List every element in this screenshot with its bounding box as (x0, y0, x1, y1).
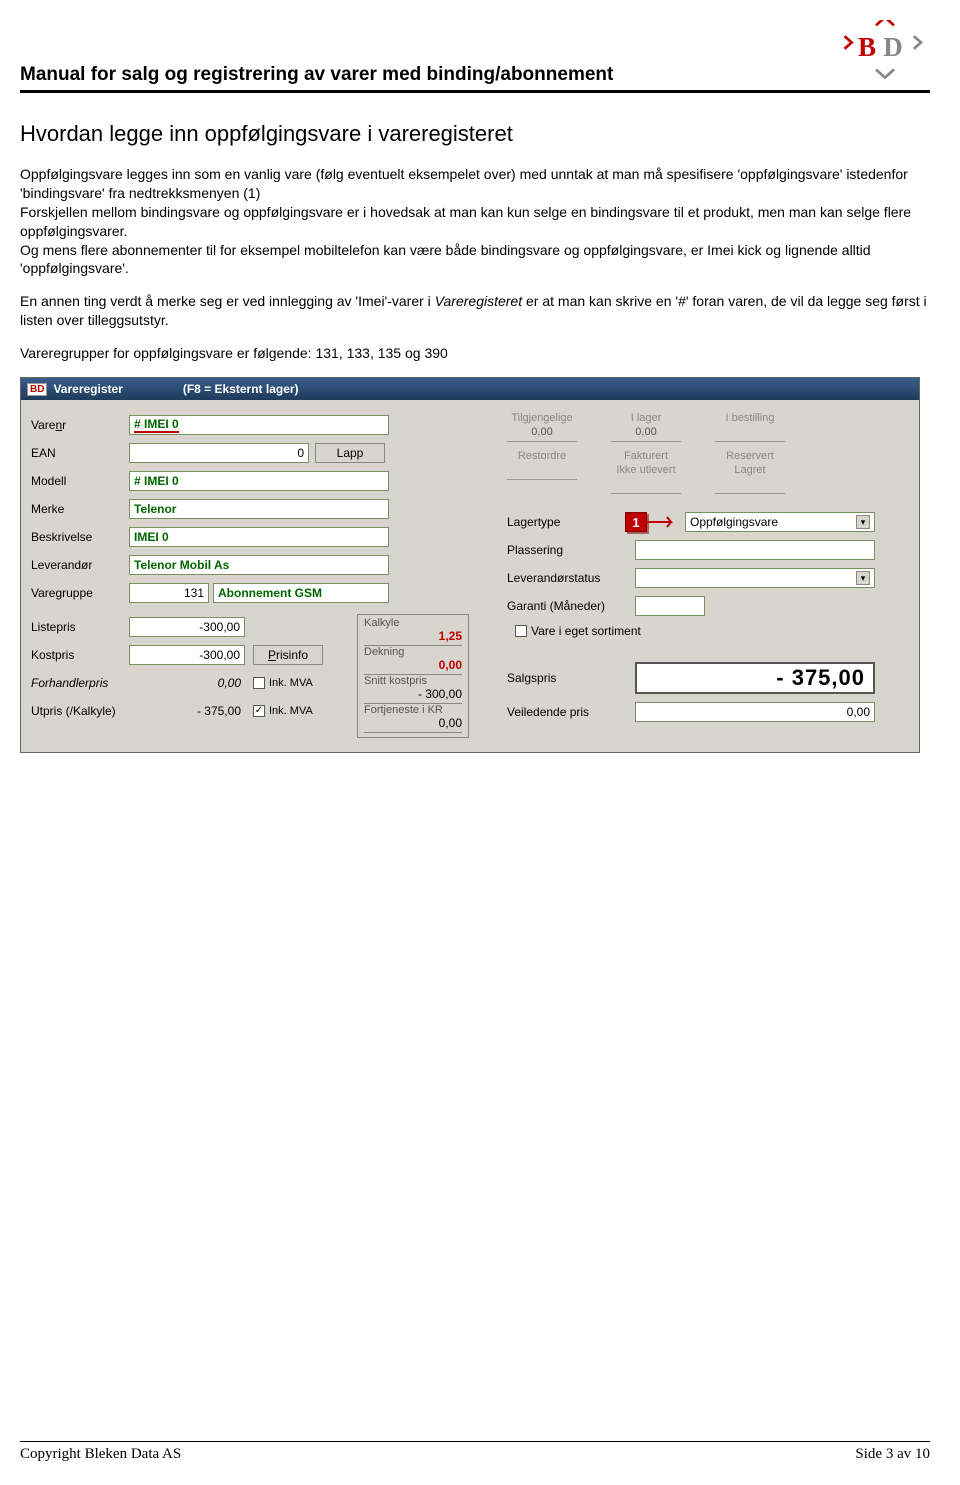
salgspris-value[interactable]: - 375,00 (635, 662, 875, 694)
form-left: Varenr # IMEI 0 EAN 0 Lapp Modell # IMEI… (31, 412, 491, 738)
manual-title: Manual for salg og registrering av varer… (20, 64, 840, 86)
lagret-label: Lagret (734, 464, 765, 476)
varenr-value: # IMEI 0 (134, 417, 179, 433)
form-right: Tilgjengelige 0,00 I lager 0,00 I bestil… (507, 412, 911, 738)
paragraph-5: Vareregrupper for oppfølgingsvare er føl… (20, 344, 930, 363)
ikkeutlevert-label: Ikke utlevert (616, 464, 675, 476)
varegruppe-label: Varegruppe (31, 586, 129, 600)
window-title: Vareregister (53, 382, 122, 396)
window-subtitle: (F8 = Eksternt lager) (183, 382, 299, 396)
leverandorstatus-select[interactable]: ▾ (635, 568, 875, 588)
lagertype-select[interactable]: Oppfølgingsvare ▾ (685, 512, 875, 532)
bd-logo-icon: B D (840, 20, 930, 83)
merke-label: Merke (31, 502, 129, 516)
reservert-value (715, 478, 785, 494)
varegruppe-code-input[interactable]: 131 (129, 583, 209, 603)
varegruppe-text-input[interactable]: Abonnement GSM (213, 583, 389, 603)
tilgjengelige-label: Tilgjengelige (511, 412, 572, 424)
bd-logo: B D (840, 20, 930, 86)
paragraph-1: Oppfølgingsvare legges inn som en vanlig… (20, 165, 930, 278)
garanti-input[interactable] (635, 596, 705, 616)
p4a: En annen ting verdt å merke seg er ved i… (20, 293, 435, 309)
fortjeneste-label: Fortjeneste i KR (364, 704, 462, 716)
veiledende-label: Veiledende pris (507, 705, 635, 719)
leverandor-label: Leverandør (31, 558, 129, 572)
dekning-label: Dekning (364, 646, 462, 658)
inkmva-checkbox-2[interactable] (253, 705, 265, 717)
chevron-down-icon: ▾ (856, 515, 870, 529)
vare-eget-label: Vare i eget sortiment (531, 624, 641, 638)
page-header: Manual for salg og registrering av varer… (20, 20, 930, 93)
section-title: Hvordan legge inn oppfølgingsvare i vare… (20, 121, 930, 147)
window-titlebar: BD Vareregister (F8 = Eksternt lager) (21, 378, 919, 400)
veiledende-input[interactable]: 0,00 (635, 702, 875, 722)
listepris-label: Listepris (31, 620, 129, 634)
kostpris-label: Kostpris (31, 648, 129, 662)
svg-text:B: B (858, 32, 876, 62)
paragraph-3-text: Og mens flere abonnementer til for eksem… (20, 242, 871, 277)
callout-badge-1: 1 (625, 512, 647, 532)
vare-eget-checkbox[interactable] (515, 625, 527, 637)
kostpris-input[interactable]: -300,00 (129, 645, 245, 665)
page-footer: Copyright Bleken Data AS Side 3 av 10 (20, 1441, 930, 1463)
ilager-value: 0,00 (611, 426, 681, 442)
paragraph-1-text: Oppfølgingsvare legges inn som en vanlig… (20, 166, 908, 201)
restordre-label: Restordre (518, 450, 566, 462)
forhandlerpris-label: Forhandlerpris (31, 676, 129, 690)
utpris-value: - 375,00 (129, 701, 245, 721)
restordre-value (507, 464, 577, 480)
footer-page: Side 3 av 10 (855, 1446, 930, 1463)
ean-input[interactable]: 0 (129, 443, 309, 463)
varenr-input[interactable]: # IMEI 0 (129, 415, 389, 435)
modell-input[interactable]: # IMEI 0 (129, 471, 389, 491)
ibestilling-label: I bestilling (726, 412, 775, 424)
chevron-down-icon: ▾ (856, 571, 870, 585)
plassering-label: Plassering (507, 543, 635, 557)
beskrivelse-input[interactable]: IMEI 0 (129, 527, 389, 547)
ean-label: EAN (31, 446, 129, 460)
paragraph-4: En annen ting verdt å merke seg er ved i… (20, 292, 930, 330)
svg-text:D: D (883, 32, 903, 62)
snitt-value: - 300,00 (364, 687, 462, 704)
kalkyle-value: 1,25 (364, 629, 462, 646)
kalkyle-box: Kalkyle 1,25 Dekning 0,00 Snitt kostpris… (357, 614, 469, 738)
stock-summary-2: Restordre Fakturert Ikke utlevert Reserv… (507, 450, 911, 494)
lapp-button[interactable]: Lapp (315, 443, 385, 463)
leverandorstatus-label: Leverandørstatus (507, 571, 635, 585)
ibestilling-value (715, 426, 785, 442)
beskrivelse-label: Beskrivelse (31, 530, 129, 544)
dekning-value: 0,00 (364, 658, 462, 675)
modell-label: Modell (31, 474, 129, 488)
vareregister-window: BD Vareregister (F8 = Eksternt lager) Va… (20, 377, 920, 753)
kalkyle-label: Kalkyle (364, 617, 462, 629)
fakturert-value (611, 478, 681, 494)
prisinfo-button[interactable]: Prisinfo (253, 645, 323, 665)
leverandor-input[interactable]: Telenor Mobil As (129, 555, 389, 575)
fortjeneste-value: 0,00 (364, 716, 462, 733)
callout-arrow-icon (647, 512, 677, 532)
merke-input[interactable]: Telenor (129, 499, 389, 519)
garanti-label: Garanti (Måneder) (507, 599, 635, 613)
p4-em: Vareregisteret (435, 293, 522, 309)
varenr-label: Varenr (31, 418, 129, 432)
footer-copyright: Copyright Bleken Data AS (20, 1446, 181, 1463)
tilgjengelige-value: 0,00 (507, 426, 577, 442)
inkmva-checkbox-1[interactable] (253, 677, 265, 689)
fakturert-label: Fakturert (624, 450, 668, 462)
inkmva-label-1: Ink. MVA (269, 677, 313, 689)
inkmva-label-2: Ink. MVA (269, 705, 313, 717)
window-icon: BD (27, 383, 47, 396)
salgspris-label: Salgspris (507, 671, 635, 685)
listepris-input[interactable]: -300,00 (129, 617, 245, 637)
snitt-label: Snitt kostpris (364, 675, 462, 687)
reservert-label: Reservert (726, 450, 774, 462)
ilager-label: I lager (631, 412, 662, 424)
lagertype-value: Oppfølgingsvare (690, 515, 778, 529)
plassering-input[interactable] (635, 540, 875, 560)
forhandlerpris-value: 0,00 (129, 673, 245, 693)
utpris-label: Utpris (/Kalkyle) (31, 704, 129, 718)
lagertype-label: Lagertype (507, 515, 635, 529)
paragraph-2-text: Forskjellen mellom bindingsvare og oppfø… (20, 204, 911, 239)
stock-summary: Tilgjengelige 0,00 I lager 0,00 I bestil… (507, 412, 911, 442)
